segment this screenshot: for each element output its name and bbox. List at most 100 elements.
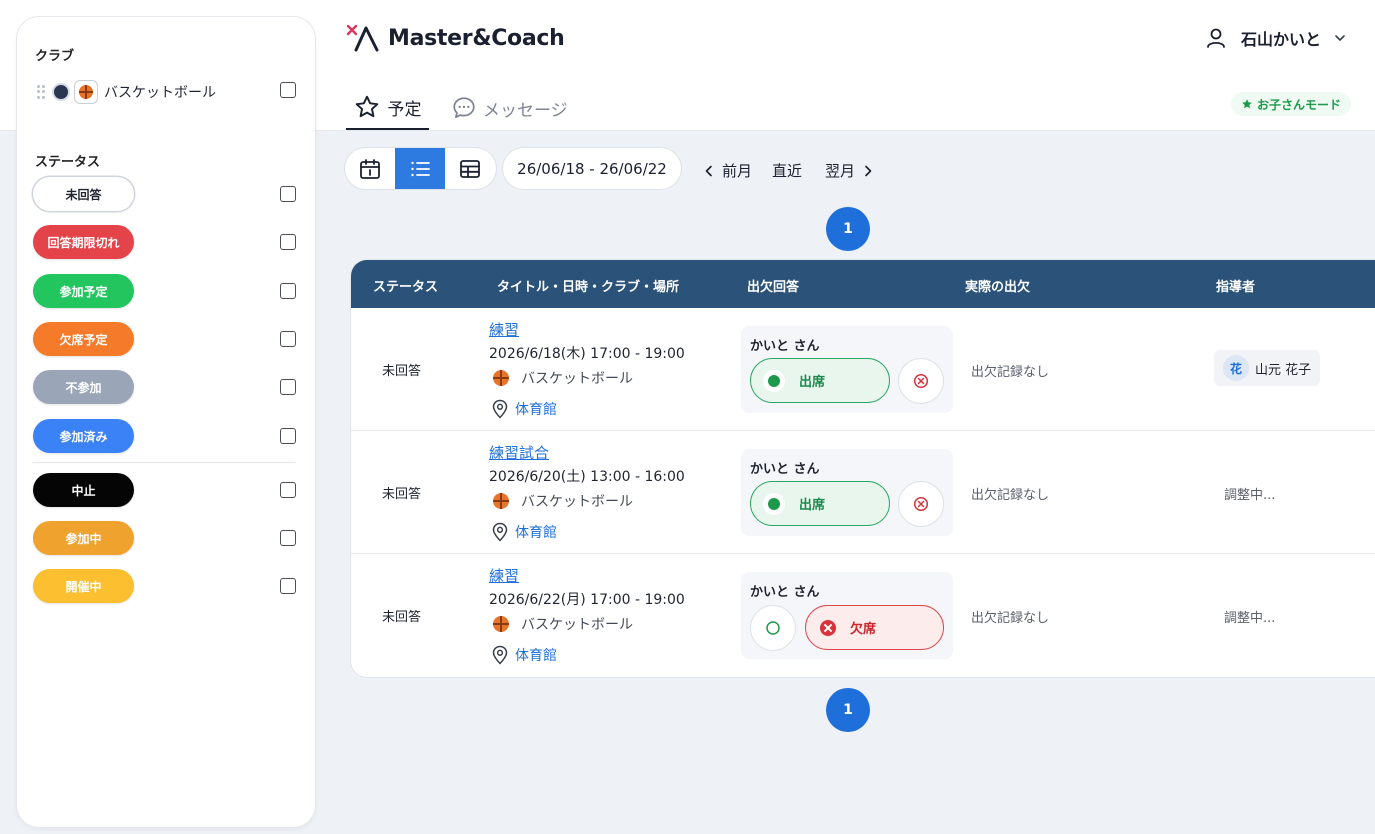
status-checkbox-cancelled[interactable] bbox=[280, 482, 296, 498]
event-club: バスケットボール bbox=[493, 614, 633, 634]
prev-month-button[interactable]: 前月 bbox=[704, 160, 752, 181]
location-pin-icon bbox=[492, 645, 508, 665]
event-place-link[interactable]: 体育館 bbox=[491, 399, 557, 419]
absent-label: 欠席 bbox=[850, 622, 877, 637]
event-datetime: 2026/6/22(月) 17:00 - 19:00 bbox=[489, 592, 685, 608]
pagination-page-top[interactable]: 1 bbox=[826, 207, 870, 251]
event-title-link[interactable]: 練習 bbox=[489, 565, 519, 586]
event-club-name: バスケットボール bbox=[521, 494, 633, 510]
table-row: 未回答 練習 2026/6/18(木) 17:00 - 19:00 バスケットボ… bbox=[351, 308, 1375, 431]
attend-selected-icon bbox=[763, 369, 785, 392]
row-status: 未回答 bbox=[382, 364, 422, 379]
column-header-title: タイトル・日時・クラブ・場所 bbox=[497, 280, 680, 295]
attendance-response-card: かいと さん 欠席 bbox=[741, 572, 953, 659]
current-button[interactable]: 直近 bbox=[772, 160, 802, 181]
next-month-button[interactable]: 翌月 bbox=[825, 160, 873, 181]
calendar-view-button[interactable] bbox=[345, 148, 395, 189]
status-pill-attended: 参加済み bbox=[33, 419, 134, 453]
attend-button[interactable]: 出席 bbox=[750, 481, 890, 526]
app-logo[interactable]: Master&Coach bbox=[346, 24, 565, 52]
location-pin-icon bbox=[492, 522, 508, 542]
tab-schedule[interactable]: 予定 bbox=[346, 86, 429, 130]
status-checkbox-expired[interactable] bbox=[280, 234, 296, 250]
table-header: ステータス タイトル・日時・クラブ・場所 出欠回答 実際の出欠 指導者 bbox=[351, 260, 1375, 308]
chat-bubble-icon bbox=[453, 97, 475, 119]
club-color-dot bbox=[52, 83, 70, 101]
absent-button[interactable] bbox=[898, 481, 944, 527]
coach-avatar: 花 bbox=[1223, 355, 1249, 381]
coach-chip: 花 山元 花子 bbox=[1214, 350, 1321, 386]
status-checkbox-planned[interactable] bbox=[280, 283, 296, 299]
column-header-status: ステータス bbox=[373, 280, 439, 295]
basketball-icon bbox=[493, 616, 509, 632]
attend-label: 出席 bbox=[799, 375, 826, 390]
chevron-left-icon bbox=[705, 165, 712, 176]
attendance-response-card: かいと さん 出席 bbox=[741, 326, 953, 413]
pagination-page-bottom[interactable]: 1 bbox=[826, 688, 870, 732]
club-name: バスケットボール bbox=[104, 85, 216, 101]
status-pill-in-progress: 開催中 bbox=[33, 569, 134, 603]
status-checkbox-unanswered[interactable] bbox=[280, 186, 296, 202]
status-pill-expired: 回答期限切れ bbox=[33, 225, 134, 259]
event-club-name: バスケットボール bbox=[521, 371, 633, 387]
absent-button-selected[interactable]: 欠席 bbox=[805, 605, 944, 650]
tab-schedule-label: 予定 bbox=[387, 99, 422, 120]
close-circle-icon bbox=[913, 496, 929, 512]
circle-outline-icon bbox=[766, 621, 780, 635]
club-section-title: クラブ bbox=[35, 49, 75, 64]
user-icon bbox=[1207, 28, 1225, 48]
child-mode-label: お子さんモード bbox=[1256, 97, 1341, 112]
status-checkbox-in-progress[interactable] bbox=[280, 578, 296, 594]
chevron-right-icon bbox=[865, 165, 872, 176]
coach-name: 調整中... bbox=[1224, 611, 1276, 626]
responder-name: かいと さん bbox=[750, 585, 820, 600]
status-checkbox-absent-planned[interactable] bbox=[280, 331, 296, 347]
absent-button[interactable] bbox=[898, 358, 944, 404]
status-checkbox-attended[interactable] bbox=[280, 428, 296, 444]
status-section-title: ステータス bbox=[35, 155, 101, 170]
status-pill-planned: 参加予定 bbox=[33, 274, 134, 308]
location-pin-icon bbox=[492, 399, 508, 419]
event-place-name: 体育館 bbox=[515, 648, 557, 664]
club-checkbox[interactable] bbox=[280, 82, 296, 98]
status-checkbox-not-attending[interactable] bbox=[280, 379, 296, 395]
status-pill-not-attending: 不参加 bbox=[33, 370, 134, 404]
star-icon bbox=[355, 95, 378, 118]
attend-button[interactable]: 出席 bbox=[750, 358, 890, 403]
close-circle-filled-icon bbox=[820, 619, 836, 636]
table-grid-icon bbox=[460, 159, 480, 178]
actual-attendance: 出欠記録なし bbox=[971, 611, 1050, 626]
row-status: 未回答 bbox=[382, 610, 422, 625]
coach-name: 調整中... bbox=[1224, 488, 1276, 503]
column-header-coach: 指導者 bbox=[1216, 280, 1256, 295]
attend-selected-icon bbox=[763, 492, 785, 515]
table-row: 未回答 練習 2026/6/22(月) 17:00 - 19:00 バスケットボ… bbox=[351, 554, 1375, 677]
event-place-link[interactable]: 体育館 bbox=[491, 645, 557, 665]
user-menu[interactable]: 石山かいと bbox=[1205, 26, 1347, 50]
attend-button[interactable] bbox=[750, 605, 796, 651]
list-view-button[interactable] bbox=[395, 148, 445, 189]
current-label: 直近 bbox=[772, 162, 803, 180]
tab-messages[interactable]: メッセージ bbox=[451, 86, 568, 130]
event-title-link[interactable]: 練習 bbox=[489, 319, 519, 340]
event-club-name: バスケットボール bbox=[521, 617, 633, 633]
club-filter-item[interactable]: バスケットボール bbox=[37, 79, 297, 105]
drag-handle-icon[interactable] bbox=[37, 85, 47, 99]
table-view-button[interactable] bbox=[445, 148, 495, 189]
list-icon bbox=[411, 161, 430, 176]
status-checkbox-participating[interactable] bbox=[280, 530, 296, 546]
status-pill-participating: 参加中 bbox=[33, 521, 134, 555]
attendance-response-card: かいと さん 出席 bbox=[741, 449, 953, 536]
event-datetime: 2026/6/20(土) 13:00 - 16:00 bbox=[489, 469, 685, 485]
attend-label: 出席 bbox=[799, 498, 826, 513]
actual-attendance: 出欠記録なし bbox=[971, 488, 1050, 503]
date-range-picker[interactable]: 26/06/18 - 26/06/22 bbox=[503, 148, 681, 189]
user-name: 石山かいと bbox=[1240, 30, 1321, 49]
basketball-icon bbox=[493, 370, 509, 386]
event-title-link[interactable]: 練習試合 bbox=[489, 442, 549, 463]
child-mode-badge: お子さんモード bbox=[1230, 92, 1351, 116]
star-filled-icon bbox=[1242, 99, 1252, 109]
event-place-link[interactable]: 体育館 bbox=[491, 522, 557, 542]
basketball-icon bbox=[74, 80, 98, 104]
filter-sidebar: クラブ バスケットボール ステータス 未回答 回答期限切れ 参加予定 欠席予定 … bbox=[17, 17, 315, 827]
